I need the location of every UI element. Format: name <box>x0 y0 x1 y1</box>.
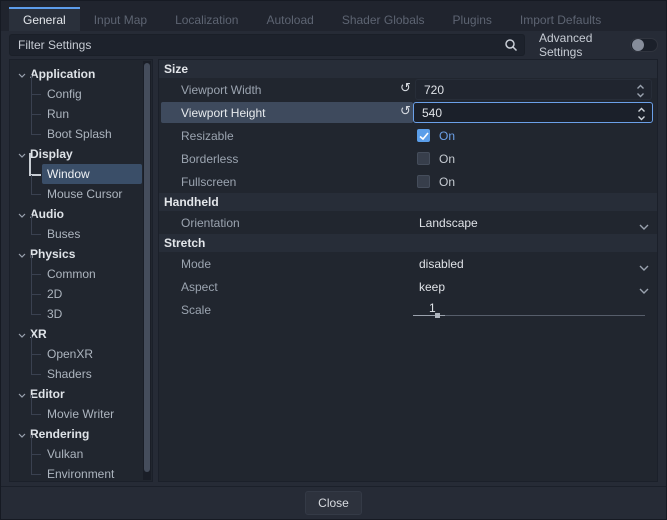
scale-slider-fill <box>413 315 445 316</box>
settings-tree: Application Config Run Boot Splash Displ… <box>10 60 152 482</box>
scale-slider-track[interactable] <box>413 315 645 316</box>
tree-item-2d[interactable]: 2D <box>42 284 142 304</box>
aspect-dropdown[interactable]: keep <box>419 280 445 294</box>
property-label: Resizable <box>181 129 234 143</box>
fullscreen-checkbox[interactable] <box>417 175 430 188</box>
section-header-stretch: Stretch <box>159 234 657 252</box>
close-button[interactable]: Close <box>305 491 362 515</box>
section-header-handheld: Handheld <box>159 193 657 211</box>
tab-bar: General Input Map Localization Autoload … <box>1 1 666 31</box>
revert-icon[interactable]: ↺ <box>400 104 411 120</box>
property-label: Scale <box>181 303 211 317</box>
tree-item-vulkan[interactable]: Vulkan <box>42 444 142 464</box>
dialog-footer: Close <box>1 486 666 519</box>
chevron-down-icon[interactable] <box>639 219 649 233</box>
tree-item-shaders[interactable]: Shaders <box>42 364 142 384</box>
tree-item-config[interactable]: Config <box>42 84 142 104</box>
property-label: Mode <box>181 257 211 271</box>
property-label: Viewport Width <box>181 83 261 97</box>
tab-shader-globals[interactable]: Shader Globals <box>328 7 439 31</box>
tree-item-run[interactable]: Run <box>42 104 142 124</box>
chevron-down-icon[interactable] <box>639 260 649 274</box>
chevron-down-icon <box>18 327 26 341</box>
sidebar-scrollbar[interactable] <box>143 61 151 480</box>
project-settings-dialog: General Input Map Localization Autoload … <box>0 0 667 520</box>
settings-panel: Size Viewport Width ↺ 720 Viewport Heigh… <box>158 59 658 482</box>
chevron-down-icon <box>18 147 26 161</box>
row-orientation: Orientation Landscape <box>159 211 657 234</box>
viewport-height-value: 540 <box>422 106 442 120</box>
row-scale: Scale 1 <box>159 298 657 321</box>
property-label: Viewport Height <box>181 106 266 120</box>
tree-item-window[interactable]: Window <box>42 164 142 184</box>
row-borderless: Borderless On <box>159 147 657 170</box>
filter-placeholder: Filter Settings <box>18 38 91 52</box>
mode-dropdown[interactable]: disabled <box>419 257 464 271</box>
tree-item-3d[interactable]: 3D <box>42 304 142 324</box>
fullscreen-value: On <box>439 175 455 189</box>
tab-plugins[interactable]: Plugins <box>439 7 506 31</box>
row-resizable: Resizable On <box>159 124 657 147</box>
chevron-down-icon <box>18 387 26 401</box>
revert-icon[interactable]: ↺ <box>400 81 411 97</box>
resizable-value: On <box>439 129 455 143</box>
tab-general[interactable]: General <box>9 7 80 31</box>
tab-import-defaults[interactable]: Import Defaults <box>506 7 615 31</box>
chevron-down-icon <box>18 247 26 261</box>
row-fullscreen: Fullscreen On <box>159 170 657 193</box>
tree-item-movie-writer[interactable]: Movie Writer <box>42 404 142 424</box>
viewport-height-spinbox[interactable]: 540 <box>413 102 653 123</box>
tree-item-environment[interactable]: Environment <box>42 464 142 482</box>
spin-arrows-icon[interactable] <box>637 107 646 124</box>
row-aspect: Aspect keep <box>159 275 657 298</box>
filter-bar: Filter Settings Advanced Settings <box>1 31 666 59</box>
borderless-value: On <box>439 152 455 166</box>
borderless-checkbox[interactable] <box>417 152 430 165</box>
advanced-settings-label: Advanced Settings <box>539 31 620 59</box>
section-header-size: Size <box>159 60 657 78</box>
property-label: Fullscreen <box>181 175 236 189</box>
tree-item-common[interactable]: Common <box>42 264 142 284</box>
sidebar-scrollbar-thumb[interactable] <box>144 63 150 472</box>
tab-autoload[interactable]: Autoload <box>252 7 327 31</box>
row-viewport-width: Viewport Width ↺ 720 <box>159 78 657 101</box>
viewport-width-spinbox[interactable]: 720 <box>415 79 652 100</box>
chevron-down-icon[interactable] <box>639 283 649 297</box>
row-viewport-height: Viewport Height ↺ 540 <box>159 101 657 124</box>
orientation-dropdown[interactable]: Landscape <box>419 216 478 230</box>
filter-settings-input[interactable]: Filter Settings <box>9 34 525 56</box>
scale-value: 1 <box>429 301 436 315</box>
row-mode: Mode disabled <box>159 252 657 275</box>
property-label: Borderless <box>181 152 238 166</box>
viewport-width-value: 720 <box>424 83 444 97</box>
tab-localization[interactable]: Localization <box>161 7 252 31</box>
content-area: Application Config Run Boot Splash Displ… <box>1 59 666 486</box>
property-label: Aspect <box>181 280 218 294</box>
toggle-knob <box>632 39 644 51</box>
tree-item-openxr[interactable]: OpenXR <box>42 344 142 364</box>
chevron-down-icon <box>18 207 26 221</box>
property-label: Orientation <box>181 216 240 230</box>
tab-input-map[interactable]: Input Map <box>80 7 161 31</box>
advanced-settings-toggle[interactable] <box>630 38 658 52</box>
resizable-checkbox[interactable] <box>417 129 430 142</box>
tree-item-boot-splash[interactable]: Boot Splash <box>42 124 142 144</box>
chevron-down-icon <box>18 427 26 441</box>
search-icon <box>504 38 518 55</box>
spin-arrows-icon[interactable] <box>636 84 645 101</box>
tree-item-buses[interactable]: Buses <box>42 224 142 244</box>
tree-item-mouse-cursor[interactable]: Mouse Cursor <box>42 184 142 204</box>
settings-tree-sidebar: Application Config Run Boot Splash Displ… <box>9 59 153 482</box>
chevron-down-icon <box>18 67 26 81</box>
